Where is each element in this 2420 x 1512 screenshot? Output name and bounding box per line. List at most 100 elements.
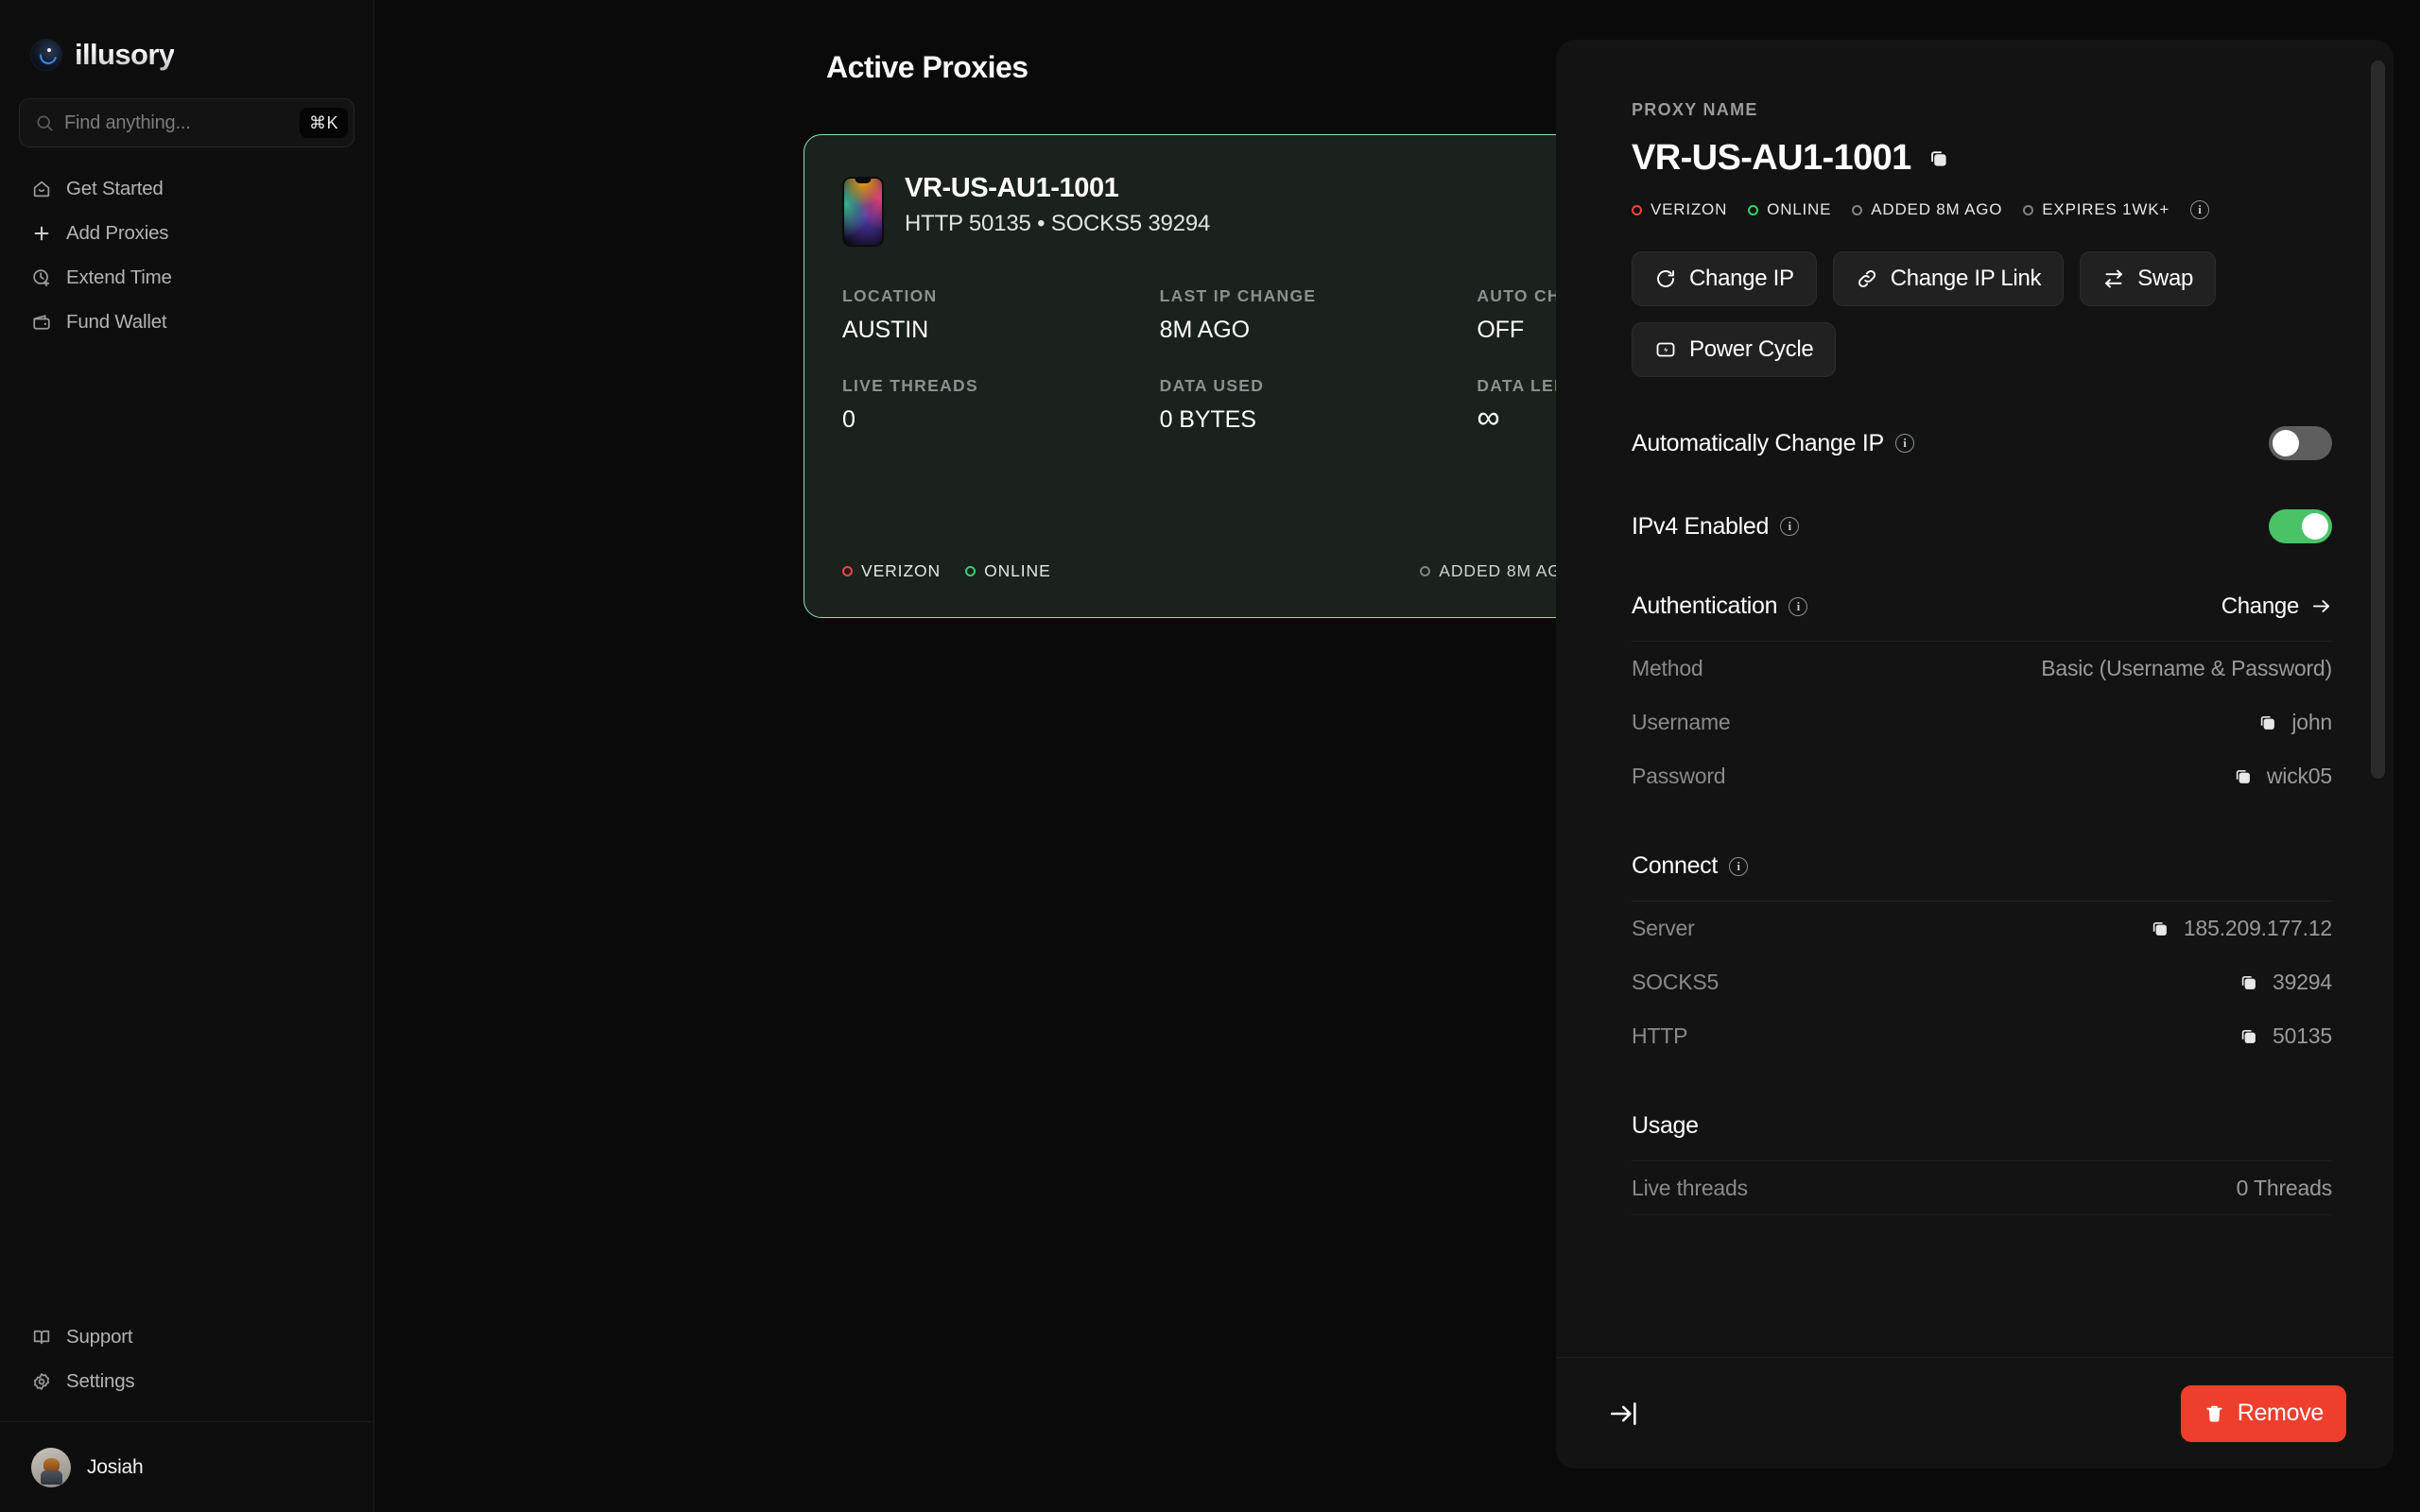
status-badge-label: ADDED 8M AGO	[1439, 561, 1576, 580]
sidebar-item-get-started[interactable]: Get Started	[19, 168, 354, 210]
row-value-wrapper: 50135	[2238, 1023, 2332, 1049]
search-icon	[37, 115, 53, 131]
book-icon	[33, 1330, 50, 1345]
stat-data-used: DATA USED 0 BYTES	[1160, 376, 1478, 434]
copy-icon[interactable]	[2150, 919, 2169, 938]
connect-row-server: Server 185.209.177.12	[1632, 902, 2332, 955]
status-badge-label: EXPIRES 1WK+	[2042, 200, 2170, 218]
proxy-card-titles: VR-US-AU1-1001 HTTP 50135 • SOCKS5 39294	[905, 173, 1210, 237]
aperture-logo-icon	[31, 40, 61, 70]
toggle-label: IPv4 Enabled	[1632, 512, 1770, 540]
search-placeholder: Find anything...	[64, 112, 191, 133]
copy-icon[interactable]	[1927, 147, 1949, 169]
row-key: Server	[1632, 916, 1695, 940]
scrollbar[interactable]	[2371, 60, 2385, 779]
row-value: wick05	[2266, 764, 2332, 788]
row-value-wrapper: john	[2257, 710, 2332, 735]
auto-change-ip-switch[interactable]	[2269, 426, 2332, 460]
sidebar-item-label: Add Proxies	[66, 222, 169, 244]
sidebar-item-fund-wallet[interactable]: Fund Wallet	[19, 301, 354, 343]
stat-label: DATA USED	[1159, 376, 1265, 395]
status-badge-online: ONLINE	[1748, 200, 1831, 219]
gear-icon	[33, 1373, 50, 1390]
info-icon[interactable]: i	[1789, 596, 1808, 616]
button-label: Change IP Link	[1890, 266, 2042, 291]
usage-row-live-threads: Live threads 0 Threads	[1632, 1161, 2332, 1215]
sidebar-item-extend-time[interactable]: Extend Time	[19, 257, 354, 299]
power-cycle-icon	[1656, 342, 1675, 357]
status-badge-carrier: VERIZON	[842, 561, 941, 581]
sidebar-item-support[interactable]: Support	[19, 1316, 354, 1358]
detail-status-badges: VERIZON ONLINE ADDED 8M AGO EXPIRES 1WK+	[1632, 200, 2332, 219]
toggle-label-wrapper: IPv4 Enabled i	[1632, 512, 1800, 541]
swap-button[interactable]: Swap	[2080, 251, 2217, 306]
status-dot-icon	[2023, 204, 2034, 215]
toggle-label: Automatically Change IP	[1632, 429, 1884, 456]
connect-row-socks5: SOCKS5 39294	[1632, 955, 2332, 1009]
plus-icon	[34, 226, 49, 241]
change-ip-link-button[interactable]: Change IP Link	[1832, 251, 2065, 306]
search-shortcut-badge: ⌘K	[299, 108, 348, 138]
sidebar-item-label: Support	[66, 1326, 133, 1348]
auth-row-username: Username john	[1632, 696, 2332, 749]
sidebar-item-label: Extend Time	[66, 266, 172, 288]
status-dot-icon	[1632, 204, 1642, 215]
status-dot-icon	[842, 566, 853, 576]
row-key: SOCKS5	[1632, 970, 1720, 994]
status-badge-label: ONLINE	[1767, 200, 1832, 218]
stat-value: 0	[842, 406, 856, 433]
brand[interactable]: illusory	[0, 0, 373, 81]
sidebar-item-settings[interactable]: Settings	[19, 1361, 354, 1402]
action-label: Change	[2221, 593, 2300, 619]
arrow-right-icon	[2312, 600, 2330, 612]
row-value-wrapper: Basic (Username & Password)	[2041, 656, 2332, 681]
proxy-card-title: VR-US-AU1-1001	[905, 173, 1119, 203]
stat-location: LOCATION AUSTIN	[842, 286, 1160, 344]
sidebar-item-label: Fund Wallet	[66, 311, 167, 333]
power-cycle-button[interactable]: Power Cycle	[1632, 322, 1837, 377]
change-ip-button[interactable]: Change IP	[1632, 251, 1817, 306]
detail-name-row: VR-US-AU1-1001	[1632, 138, 2332, 179]
info-icon[interactable]: i	[1894, 434, 1914, 453]
user-profile[interactable]: Josiah	[0, 1421, 373, 1512]
change-authentication-button[interactable]: Change	[2221, 593, 2332, 620]
collapse-panel-icon[interactable]	[1608, 1398, 1640, 1430]
status-dot-icon	[1748, 204, 1759, 215]
toggle-auto-change-ip: Automatically Change IP i	[1632, 426, 2332, 460]
copy-icon[interactable]	[2238, 1026, 2258, 1046]
row-value: 185.209.177.12	[2183, 916, 2332, 940]
stat-live-threads: LIVE THREADS 0	[842, 376, 1160, 434]
app-root: illusory Find anything... ⌘K Get Started	[0, 0, 2420, 1512]
section-title: Authentication	[1632, 593, 1778, 619]
switch-knob	[2273, 430, 2299, 456]
swap-arrows-icon	[2105, 269, 2123, 288]
copy-icon[interactable]	[2233, 766, 2253, 786]
wallet-icon	[33, 315, 50, 330]
section-title-wrapper: Usage	[1632, 1112, 1699, 1140]
ipv4-enabled-switch[interactable]	[2269, 509, 2332, 543]
status-badge-added: ADDED 8M AGO	[1852, 200, 2002, 219]
info-icon[interactable]: i	[1780, 517, 1800, 536]
row-value-wrapper: wick05	[2233, 764, 2332, 789]
toggle-label-wrapper: Automatically Change IP i	[1632, 430, 1914, 457]
row-key: Live threads	[1632, 1175, 1748, 1200]
info-icon[interactable]: i	[1729, 856, 1749, 876]
sidebar: illusory Find anything... ⌘K Get Started	[0, 0, 374, 1512]
row-key: Method	[1632, 656, 1703, 680]
copy-icon[interactable]	[2238, 972, 2258, 992]
home-icon	[33, 180, 50, 198]
status-dot-icon	[1852, 204, 1863, 215]
brand-name: illusory	[75, 38, 175, 71]
detail-proxy-name: VR-US-AU1-1001	[1632, 138, 1911, 178]
row-key: HTTP	[1632, 1023, 1688, 1048]
sidebar-item-add-proxies[interactable]: Add Proxies	[19, 213, 354, 254]
search-input[interactable]: Find anything... ⌘K	[19, 98, 354, 147]
info-icon[interactable]: i	[2190, 200, 2210, 219]
status-badge-online: ONLINE	[965, 561, 1051, 581]
copy-icon[interactable]	[2257, 713, 2277, 732]
detail-kicker: PROXY NAME	[1632, 100, 1758, 119]
button-label: Swap	[2137, 266, 2194, 291]
status-badge-label: VERIZON	[861, 561, 942, 580]
sidebar-item-label: Get Started	[66, 178, 164, 199]
remove-button[interactable]: Remove	[2180, 1384, 2346, 1442]
